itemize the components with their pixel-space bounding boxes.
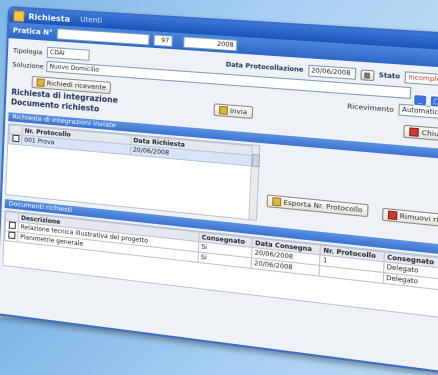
soluzione-label: Soluzione	[12, 60, 42, 70]
data-protocollo-label: Data Protocollazione	[226, 61, 304, 74]
window-title: Richiesta	[28, 12, 70, 24]
data-protocollo-field[interactable]: 20/06/2008	[308, 65, 356, 80]
minimize-icon[interactable]: _	[413, 94, 428, 107]
desktop: Richiesta Utenti Pratica N° 97 2008 Tipo…	[0, 0, 438, 318]
calendar-icon[interactable]: ▦	[360, 69, 374, 81]
export-icon	[272, 197, 281, 206]
folder-icon	[37, 78, 45, 87]
maximize-icon[interactable]: □	[429, 95, 438, 108]
rimuovi-button[interactable]: Rimuovi richiesta	[382, 208, 438, 230]
esporta-button[interactable]: Esporta Nr. Protocollo	[267, 194, 369, 217]
application-window: Richiesta Utenti Pratica N° 97 2008 Tipo…	[0, 6, 438, 375]
rimuovi-label: Rimuovi richiesta	[399, 211, 438, 229]
delete-icon	[388, 211, 398, 221]
chiudi-label: Chiudi	[421, 127, 438, 140]
tipologia-field[interactable]: CDAI	[47, 47, 90, 61]
chiudi-button[interactable]: Chiudi	[404, 125, 438, 142]
row-checkbox[interactable]	[9, 134, 22, 145]
send-icon	[219, 106, 228, 115]
menu-utenti[interactable]: Utenti	[80, 15, 102, 24]
tipologia-label: Tipologia	[13, 46, 43, 56]
esporta-label: Esporta Nr. Protocollo	[283, 197, 363, 215]
row-checkbox[interactable]	[5, 231, 18, 242]
close-icon	[410, 127, 420, 136]
invia-button[interactable]: Invia	[213, 103, 252, 119]
pratica-label: Pratica N°	[13, 26, 53, 37]
stato-field[interactable]: Incompleta	[404, 71, 438, 87]
stato-label: Stato	[379, 72, 401, 81]
app-icon	[13, 10, 24, 22]
invia-label: Invia	[230, 106, 248, 118]
protocol-scroll-thumb[interactable]	[252, 154, 260, 167]
pratica-prefix-field[interactable]: 97	[153, 34, 173, 47]
ricevimento-label: Ricevimento	[347, 101, 394, 113]
anno-field[interactable]: 2008	[183, 36, 237, 51]
